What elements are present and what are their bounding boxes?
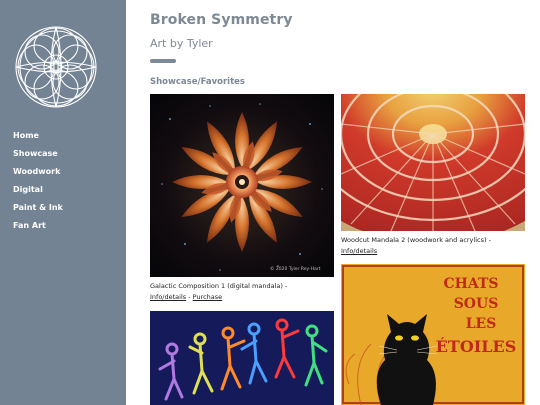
woodcut-caption-text: Woodcut Mandala 2 (woodwork and acrylics… [341,236,491,244]
galactic-purchase-link[interactable]: Purchase [193,293,223,301]
nav-item-home[interactable]: Home [13,127,63,145]
nav-item-paint-ink[interactable]: Paint & Ink [13,199,63,217]
nav-item-fan-art[interactable]: Fan Art [13,217,63,235]
galactic-caption: Galactic Composition 1 (digital mandala)… [150,281,334,303]
galactic-mandala-image[interactable]: © 2020 Tyler Rey-Hart [150,94,334,277]
watermark-text: © 2020 Tyler Rey-Hart [270,265,321,272]
woodcut-mandala-image[interactable] [341,94,525,231]
nav-item-showcase[interactable]: Showcase [13,145,63,163]
gallery-card-skeletons [150,311,334,405]
chats-poster-image[interactable]: CHATS SOUS LES ÉTOILES [341,264,525,405]
woodcut-info-link[interactable]: Info/details [341,247,377,255]
nav-item-woodwork[interactable]: Woodwork [13,163,63,181]
site-subtitle: Art by Tyler [150,37,213,50]
poster-line-3: LES [466,316,497,332]
title-divider [150,59,176,63]
dancing-skeletons-image[interactable] [150,311,334,405]
gallery-card-chats: CHATS SOUS LES ÉTOILES [341,264,525,405]
galactic-info-link[interactable]: Info/details [150,293,186,301]
poster-line-4: ÉTOILES [436,336,517,356]
poster-line-1: CHATS [444,276,499,292]
gallery-card-galactic: © 2020 Tyler Rey-Hart Galactic Compositi… [150,94,334,303]
site-title[interactable]: Broken Symmetry [150,12,293,28]
main-content: Broken Symmetry Art by Tyler Showcase/Fa… [126,0,540,405]
section-heading: Showcase/Favorites [150,77,245,87]
gallery-card-woodcut: Woodcut Mandala 2 (woodwork and acrylics… [341,94,525,257]
poster-line-2: SOUS [454,296,499,312]
interlaced-circles-logo-icon[interactable] [12,16,100,118]
galactic-caption-text: Galactic Composition 1 (digital mandala)… [150,282,288,290]
sidebar: Home Showcase Woodwork Digital Paint & I… [0,0,126,405]
nav-item-digital[interactable]: Digital [13,181,63,199]
sidebar-nav: Home Showcase Woodwork Digital Paint & I… [13,127,63,235]
woodcut-caption: Woodcut Mandala 2 (woodwork and acrylics… [341,235,525,257]
